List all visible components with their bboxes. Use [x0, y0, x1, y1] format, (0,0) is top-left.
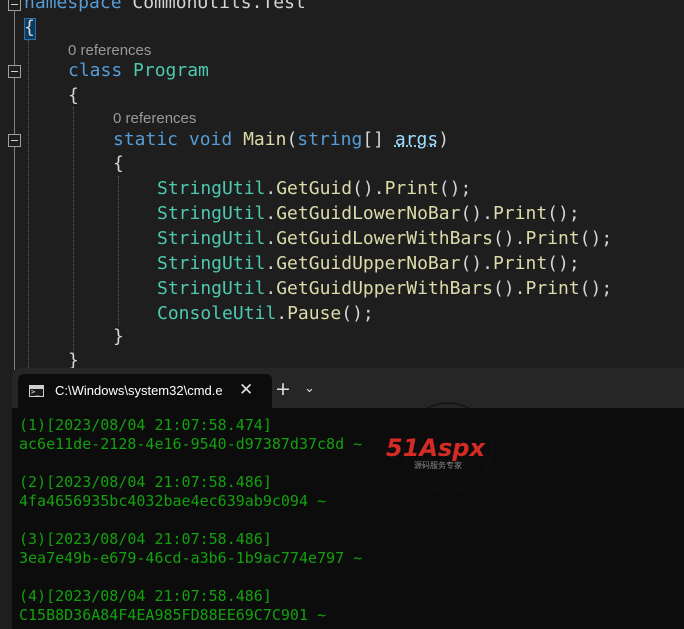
terminal-output-line: (3)[2023/08/04 21:07:58.486] — [19, 530, 272, 548]
fold-line — [14, 10, 15, 370]
code-line-statement: StringUtil.GetGuidLowerNoBar().Print(); — [157, 203, 580, 224]
terminal-window[interactable]: C:\Windows\system32\cmd.exe ✕ + ⌄ (1)[20… — [12, 368, 684, 629]
watermark-text: 51Aspx — [386, 434, 486, 462]
type-name: StringUtil — [157, 278, 266, 299]
code-line-class: class Program — [68, 60, 209, 82]
method-call: Print — [384, 178, 439, 199]
code-line-class-open: { — [68, 85, 79, 107]
method-call: GetGuid — [276, 178, 353, 199]
terminal-output-line: 3ea7e49b-e679-46cd-a3b6-1b9ac774e797 ~ — [19, 549, 363, 567]
code-line-statement: StringUtil.GetGuidLowerWithBars().Print(… — [157, 228, 613, 249]
terminal-output-line: 4fa4656935bc4032bae4ec639ab9c094 ~ — [19, 492, 327, 510]
namespace-keyword: namespace — [24, 0, 122, 13]
terminal-output-line: ac6e11de-2128-4e16-9540-d97387d37c8d ~ — [19, 435, 363, 453]
tab-title: C:\Windows\system32\cmd.exe — [55, 383, 223, 398]
terminal-tab-bar: C:\Windows\system32\cmd.exe ✕ + ⌄ — [12, 368, 684, 408]
method-call: Pause — [287, 303, 342, 324]
static-keyword: static — [113, 129, 179, 150]
code-line-class-close: } — [68, 350, 79, 370]
param-name: args — [394, 129, 439, 150]
watermark-logo: 51Aspx 源码服务专家 — [386, 402, 493, 492]
class-references-codelens[interactable]: 0 references — [68, 42, 151, 59]
terminal-tab[interactable]: C:\Windows\system32\cmd.exe ✕ — [18, 374, 272, 408]
terminal-output-line: (2)[2023/08/04 21:07:58.486] — [19, 473, 272, 491]
chevron-down-icon[interactable]: ⌄ — [304, 381, 315, 397]
code-line-method-open: { — [113, 153, 124, 175]
namespace-name: CommonUtils.Test — [132, 0, 306, 13]
terminal-output-line: C15B8D36A84F4EA985FD88EE69C7C901 ~ — [19, 606, 327, 624]
method-call: Print — [492, 253, 548, 274]
open-brace: { — [113, 153, 124, 174]
new-tab-icon[interactable]: + — [275, 378, 291, 400]
code-line-method-close: } — [113, 326, 124, 348]
fold-class-icon[interactable] — [8, 65, 21, 78]
code-editor[interactable]: namespace CommonUtils.Test { 0 reference… — [0, 0, 684, 370]
code-line-statement: StringUtil.GetGuidUpperNoBar().Print(); — [157, 253, 580, 274]
method-name: Main — [243, 129, 287, 150]
code-line-statement: StringUtil.GetGuid().Print(); — [157, 178, 472, 199]
code-line-statement: ConsoleUtil.Pause(); — [157, 303, 374, 324]
fold-method-icon[interactable] — [8, 134, 21, 147]
string-keyword: string — [297, 129, 363, 150]
void-keyword: void — [188, 129, 233, 150]
class-name: Program — [133, 60, 209, 81]
code-line-statement: StringUtil.GetGuidUpperWithBars().Print(… — [157, 278, 613, 299]
code-line-namespace-open: { — [24, 17, 35, 39]
method-call: GetGuidLowerWithBars — [276, 228, 493, 249]
terminal-output-line: (1)[2023/08/04 21:07:58.474] — [19, 416, 272, 434]
method-call: Print — [525, 228, 580, 249]
method-references-codelens[interactable]: 0 references — [113, 110, 196, 127]
method-call: GetGuidUpperNoBar — [276, 253, 461, 274]
indent-guide — [73, 107, 74, 357]
type-name: StringUtil — [157, 203, 266, 224]
close-brace: } — [113, 326, 124, 347]
close-icon[interactable]: ✕ — [239, 379, 253, 401]
type-name: StringUtil — [157, 253, 266, 274]
watermark-subtitle: 源码服务专家 — [414, 460, 462, 470]
open-brace: { — [24, 17, 35, 38]
indent-guide — [118, 176, 119, 326]
code-line-namespace: namespace CommonUtils.Test — [24, 0, 306, 14]
method-call: GetGuidUpperWithBars — [276, 278, 493, 299]
indent-guide — [28, 40, 29, 370]
terminal-output-line: (4)[2023/08/04 21:07:58.486] — [19, 587, 272, 605]
method-call: GetGuidLowerNoBar — [276, 203, 461, 224]
open-brace: { — [68, 85, 79, 106]
type-name: StringUtil — [157, 228, 266, 249]
type-name: StringUtil — [157, 178, 266, 199]
code-line-method: static void Main(string[] args) — [113, 129, 450, 150]
method-call: Print — [525, 278, 580, 299]
cmd-icon — [29, 385, 44, 397]
method-call: Print — [492, 203, 548, 224]
type-name: ConsoleUtil — [157, 303, 277, 324]
class-keyword: class — [68, 60, 123, 81]
close-brace: } — [68, 350, 79, 370]
